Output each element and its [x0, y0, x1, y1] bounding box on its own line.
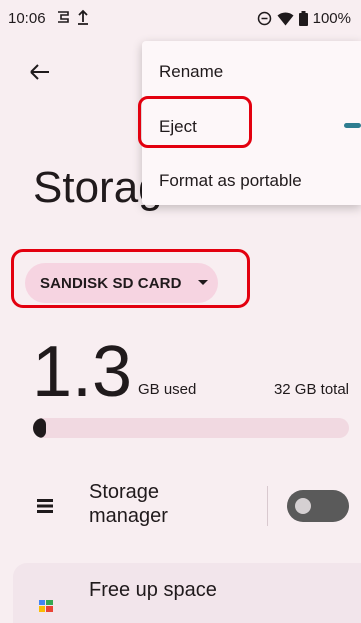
toggle-knob — [295, 498, 311, 514]
back-button[interactable] — [24, 56, 56, 88]
background-accent-mark — [344, 123, 361, 128]
free-up-space-label: Free up space — [89, 579, 217, 601]
storage-manager-label: Storage manager — [89, 481, 168, 527]
used-unit: GB used — [138, 381, 197, 398]
storage-progress-fill — [33, 418, 46, 438]
do-not-disturb-icon — [257, 11, 272, 26]
total-storage: 32 GB total — [273, 381, 349, 398]
storage-manager-row[interactable]: Storage manager — [0, 476, 361, 542]
used-value: 1.3 — [32, 332, 133, 412]
vertical-divider — [267, 486, 268, 526]
status-bar: 10:06 100% — [0, 0, 361, 36]
free-up-space-card[interactable]: Free up space — [13, 563, 361, 623]
storage-selector-label: SANDISK SD CARD — [40, 274, 182, 292]
upload-icon — [76, 8, 90, 31]
battery-icon — [298, 11, 308, 26]
storage-list-icon — [37, 499, 53, 518]
back-arrow-icon — [30, 64, 49, 80]
status-right: 100% — [257, 10, 351, 27]
eject-highlight — [138, 96, 252, 148]
status-time: 10:06 — [8, 10, 46, 27]
dropdown-caret-icon — [198, 280, 208, 285]
sync-icon — [55, 8, 71, 31]
battery-percent: 100% — [312, 10, 351, 27]
menu-item-format-as-portable[interactable]: Format as portable — [159, 171, 302, 191]
storage-progress-bar — [33, 418, 349, 438]
menu-item-rename[interactable]: Rename — [159, 62, 223, 82]
files-app-icon — [39, 600, 53, 612]
storage-manager-toggle[interactable] — [287, 490, 349, 522]
storage-selector-chip[interactable]: SANDISK SD CARD — [25, 263, 218, 303]
wifi-icon — [277, 12, 294, 26]
